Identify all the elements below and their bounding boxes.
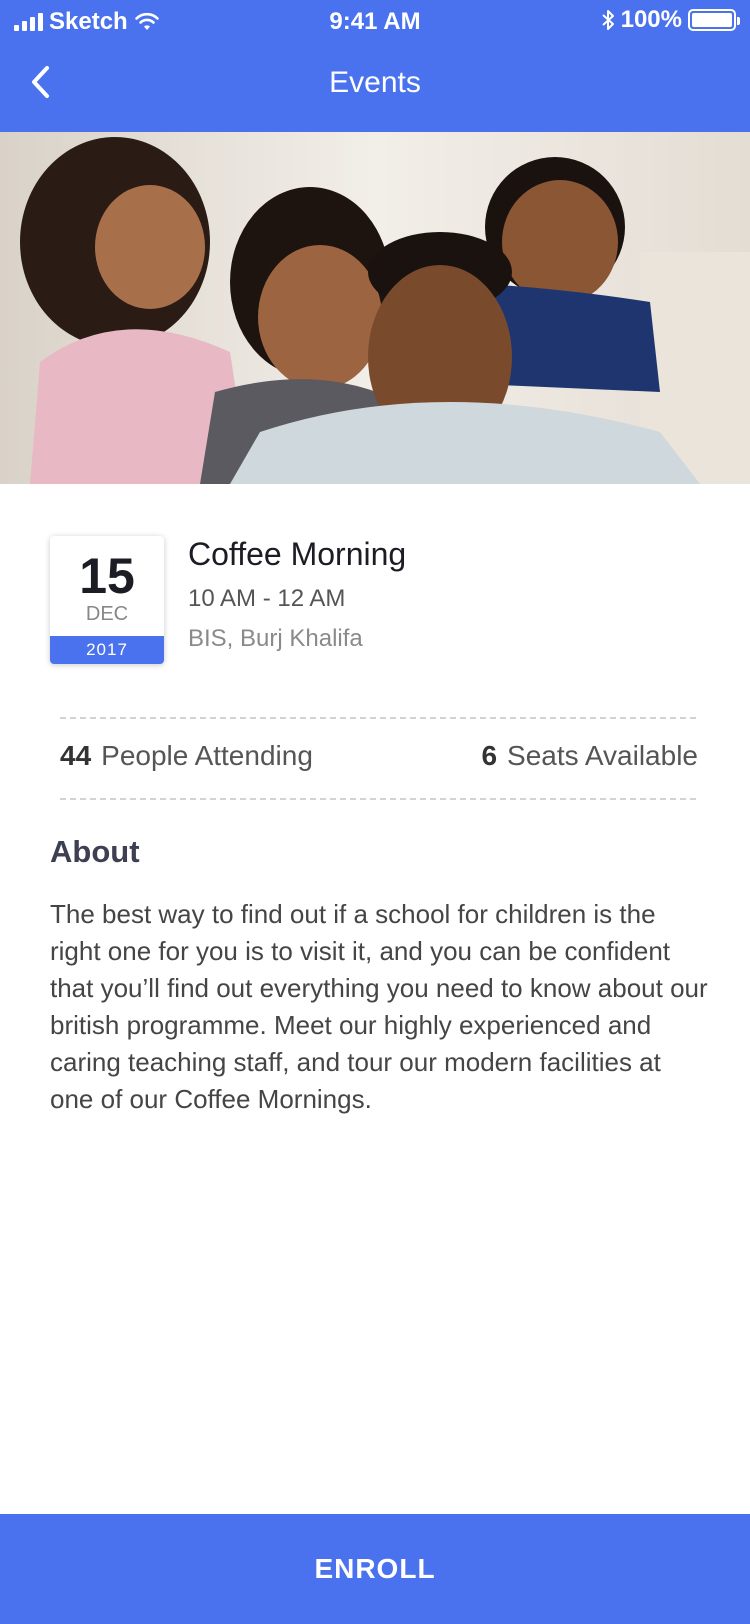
battery-percent: 100%	[620, 6, 682, 33]
event-year: 2017	[50, 636, 164, 664]
event-day: 15	[79, 548, 135, 604]
seats-label: Seats Available	[507, 740, 698, 771]
event-month: DEC	[85, 603, 129, 625]
about-heading: About	[50, 834, 140, 869]
bluetooth-icon	[601, 10, 614, 30]
page-title: Events	[329, 66, 421, 99]
app-header: Sketch 9:41 AM 100% Events	[0, 0, 750, 132]
event-time: 10 AM - 12 AM	[188, 585, 346, 612]
attending-stat: 44 People Attending	[60, 740, 313, 772]
status-bar: Sketch 9:41 AM 100%	[0, 0, 750, 44]
nav-bar: Events	[0, 44, 750, 132]
seats-stat: 6 Seats Available	[481, 740, 698, 772]
attending-label: People Attending	[101, 740, 313, 771]
status-right: 100%	[601, 6, 740, 34]
divider-top	[60, 717, 696, 719]
event-hero-image	[0, 132, 750, 484]
about-description: The best way to find out if a school for…	[50, 899, 708, 1114]
divider-bottom	[60, 798, 696, 800]
battery-icon	[688, 9, 740, 31]
event-date-card: 15 DEC 2017	[50, 536, 164, 664]
seats-count: 6	[481, 740, 498, 771]
event-location: BIS, Burj Khalifa	[188, 625, 363, 652]
attending-count: 44	[60, 740, 92, 771]
enroll-button[interactable]: ENROLL	[0, 1514, 750, 1624]
event-title: Coffee Morning	[188, 536, 407, 572]
event-stats: 44 People Attending 6 Seats Available	[60, 740, 698, 780]
